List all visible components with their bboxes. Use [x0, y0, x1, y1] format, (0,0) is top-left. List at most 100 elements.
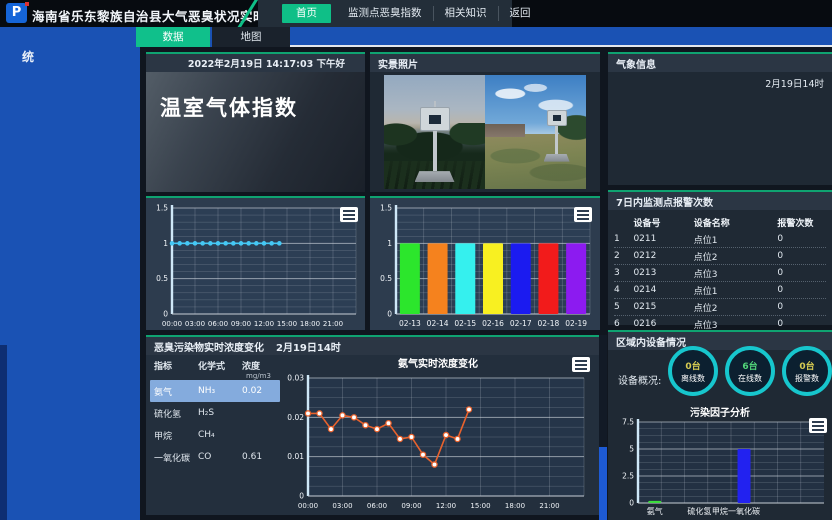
odor-table-row: 氨气NH₃0.02	[150, 380, 280, 402]
svg-text:09:00: 09:00	[401, 502, 421, 510]
alarm-cell: 0	[777, 302, 826, 312]
stat-count: 0台	[799, 359, 814, 372]
nh3-trend-chart: 00.010.020.0300:0003:0006:0009:0012:0015…	[280, 370, 596, 512]
device-stat-circle: 6台在线数	[725, 346, 775, 396]
pollution-factor-chart: 02.557.5氨气硫化氢甲烷一氧化碳	[608, 416, 832, 518]
svg-text:0.02: 0.02	[287, 413, 304, 422]
photos-panel-header: 实景照片	[370, 54, 600, 72]
device-panel: 区域内设备情况 设备概况: 0台离线数6台在线数0台报警数 污染因子分析 02.…	[608, 330, 832, 520]
alarm-cell: 0	[777, 319, 826, 329]
alarm-table-row: 10211点位10	[614, 231, 826, 248]
odor-cell: 氨气	[150, 385, 198, 398]
main-nav: 首页 监测点恶臭指数 相关知识 返回	[258, 0, 512, 27]
svg-text:7.5: 7.5	[622, 418, 634, 427]
alarm-table-row: 30213点位30	[614, 265, 826, 282]
odor-cell: CO	[198, 452, 242, 462]
chart-menu-icon[interactable]	[574, 207, 592, 222]
greenhouse-index-chart-panel: 00.511.500:0003:0006:0009:0012:0015:0018…	[146, 196, 365, 330]
device-stat-circles: 0台离线数6台在线数0台报警数	[668, 346, 832, 396]
odor-panel-datetime: 2月19日14时	[276, 339, 341, 354]
odor-col-indicator: 指标	[150, 359, 198, 372]
svg-text:1: 1	[387, 239, 392, 248]
svg-text:02-15: 02-15	[454, 319, 476, 328]
tab-underline	[290, 45, 832, 47]
svg-text:0: 0	[387, 310, 392, 319]
alarm-cell: 点位3	[694, 267, 778, 280]
weather-datetime: 2月19日14时	[608, 72, 832, 94]
nav-item-back[interactable]: 返回	[498, 6, 542, 21]
brand-logo-icon: P	[6, 3, 27, 23]
alarm-cell: 点位1	[694, 284, 778, 297]
svg-text:12:00: 12:00	[436, 502, 456, 510]
svg-text:15:00: 15:00	[277, 320, 297, 328]
odor-table-body: 氨气NH₃0.02硫化氢H₂S甲烷CH₄一氧化碳CO0.61	[150, 380, 280, 468]
alarm-table-row: 50215点位20	[614, 299, 826, 316]
svg-text:21:00: 21:00	[539, 502, 559, 510]
chart-menu-icon[interactable]	[340, 207, 358, 222]
svg-text:02-14: 02-14	[427, 319, 449, 328]
svg-text:1: 1	[163, 239, 168, 248]
alarm-col-name: 设备名称	[694, 216, 778, 229]
svg-text:氨气: 氨气	[647, 506, 663, 516]
alarm-panel-header: 7日内监测点报警次数	[608, 192, 832, 210]
alarm-cell: 点位3	[694, 318, 778, 331]
site-photo-2	[485, 75, 586, 189]
nh3-chart-title: 氨气实时浓度变化	[280, 355, 596, 370]
dashboard-screen: P 海南省乐东黎族自治县大气恶臭状况实时发布系 首页 监测点恶臭指数 相关知识 …	[0, 0, 832, 520]
brand-logo-letter: P	[12, 5, 22, 20]
svg-text:02-18: 02-18	[538, 319, 560, 328]
tab-map[interactable]: 地图	[212, 27, 290, 47]
stat-count: 6台	[742, 359, 757, 372]
svg-text:03:00: 03:00	[185, 320, 205, 328]
sub-header-bar	[0, 27, 832, 47]
alarm-cell: 0	[777, 285, 826, 295]
nav-item-knowledge[interactable]: 相关知识	[433, 6, 498, 21]
alarm-table-row: 20212点位20	[614, 248, 826, 265]
monitoring-device-2	[544, 110, 570, 162]
svg-text:甲烷: 甲烷	[712, 506, 728, 516]
alarm-cell: 0	[777, 251, 826, 261]
photo2-wall	[485, 124, 525, 137]
odor-table-row: 硫化氢H₂S	[150, 402, 280, 424]
sidebar-scroll-track[interactable]	[0, 345, 7, 520]
scrollbar-thumb[interactable]	[599, 447, 607, 520]
monitoring-device-1	[415, 101, 455, 182]
title-overflow-text: 统	[22, 48, 34, 65]
odor-cell: 甲烷	[150, 429, 198, 442]
svg-text:0.03: 0.03	[287, 374, 304, 383]
odor-cell: 0.02	[242, 386, 280, 396]
chart-menu-icon[interactable]	[572, 357, 590, 372]
photos-panel-title: 实景照片	[378, 56, 418, 71]
alarm-cell: 2	[614, 251, 633, 261]
photos-panel: 实景照片	[370, 52, 600, 192]
svg-text:02-19: 02-19	[565, 319, 587, 328]
sidebar: 统	[0, 47, 140, 520]
device-stat-circle: 0台报警数	[782, 346, 832, 396]
odor-cell: 硫化氢	[150, 407, 198, 420]
alarm-cell: 5	[614, 302, 633, 312]
photo2-field	[485, 134, 586, 189]
greenhouse-panel-body: 温室气体指数	[146, 72, 365, 192]
stat-label: 报警数	[795, 373, 819, 384]
tab-data[interactable]: 数据	[136, 27, 210, 47]
daily-index-chart-panel: 00.511.502-1302-1402-1502-1602-1702-1802…	[370, 196, 600, 330]
alarm-cell: 0	[777, 234, 826, 244]
chart-menu-icon[interactable]	[809, 418, 827, 433]
svg-text:18:00: 18:00	[300, 320, 320, 328]
svg-text:0: 0	[299, 492, 304, 501]
svg-text:5: 5	[629, 445, 634, 454]
top-bar: P 海南省乐东黎族自治县大气恶臭状况实时发布系 首页 监测点恶臭指数 相关知识 …	[0, 0, 832, 27]
alarm-cell: 点位1	[694, 233, 778, 246]
site-photo-1	[384, 75, 485, 189]
svg-text:硫化氢: 硫化氢	[687, 506, 711, 516]
odor-cell: 一氧化碳	[150, 451, 198, 464]
nav-item-home[interactable]: 首页	[282, 4, 331, 23]
alarm-table-header-row: 设备号 设备名称 报警次数	[614, 214, 826, 231]
logo-red-dot	[25, 2, 29, 6]
datetime-text: 2022年2月19日 14:17:03 下午好	[188, 56, 345, 70]
odor-table-row: 甲烷CH₄	[150, 424, 280, 446]
nh3-chart-wrap: 氨气实时浓度变化 00.010.020.0300:0003:0006:0009:…	[280, 355, 596, 515]
svg-text:06:00: 06:00	[208, 320, 228, 328]
odor-col-value: 浓度	[242, 359, 280, 372]
nav-item-odor-index[interactable]: 监测点恶臭指数	[337, 6, 433, 21]
